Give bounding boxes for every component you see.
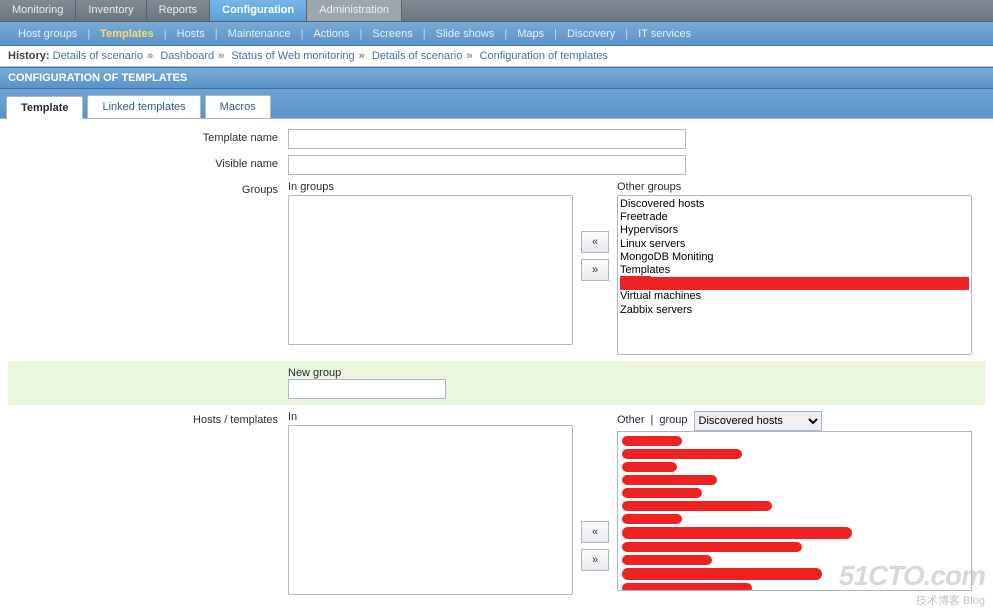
list-item[interactable]: ████ xyxy=(620,277,969,290)
in-groups-list[interactable] xyxy=(288,195,573,345)
group-filter-caption: group xyxy=(659,414,687,426)
subnav-host-groups[interactable]: Host groups xyxy=(8,28,87,40)
tab-template[interactable]: Template xyxy=(6,96,83,119)
topnav-configuration[interactable]: Configuration xyxy=(210,0,307,21)
other-hosts-list[interactable] xyxy=(617,431,972,591)
top-navigation: Monitoring Inventory Reports Configurati… xyxy=(0,0,993,22)
list-item[interactable]: Zabbix servers xyxy=(620,304,969,317)
hosts-label: Hosts / templates xyxy=(8,411,288,426)
visible-name-label: Visible name xyxy=(8,155,288,170)
history-item[interactable]: Details of scenario xyxy=(53,50,144,62)
template-name-input[interactable] xyxy=(288,129,686,149)
subnav-it-services[interactable]: IT services xyxy=(628,28,701,40)
list-item[interactable]: Hypervisors xyxy=(620,224,969,237)
hosts-move-left-button[interactable]: « xyxy=(581,521,609,543)
template-name-label: Template name xyxy=(8,129,288,144)
move-left-button[interactable]: « xyxy=(581,231,609,253)
subnav-actions[interactable]: Actions xyxy=(303,28,359,40)
in-hosts-caption: In xyxy=(288,411,573,423)
other-groups-list[interactable]: Discovered hostsFreetradeHypervisorsLinu… xyxy=(617,195,972,355)
form-body: Template name Visible name Groups In gro… xyxy=(0,119,993,611)
history-item[interactable]: Configuration of templates xyxy=(480,50,608,62)
hosts-move-right-button[interactable]: » xyxy=(581,549,609,571)
redacted-content xyxy=(622,436,967,591)
breadcrumb: History: Details of scenario» Dashboard»… xyxy=(0,46,993,67)
subnav-screens[interactable]: Screens xyxy=(362,28,422,40)
new-group-label: New group xyxy=(288,367,985,379)
list-item[interactable]: Virtual machines xyxy=(620,290,969,303)
list-item[interactable]: Templates xyxy=(620,264,969,277)
list-item[interactable]: Freetrade xyxy=(620,211,969,224)
subnav-slide-shows[interactable]: Slide shows xyxy=(426,28,505,40)
tab-linked-templates[interactable]: Linked templates xyxy=(87,95,200,118)
topnav-reports[interactable]: Reports xyxy=(147,0,211,21)
new-group-input[interactable] xyxy=(288,379,446,399)
topnav-inventory[interactable]: Inventory xyxy=(76,0,146,21)
list-item[interactable]: Discovered hosts xyxy=(620,198,969,211)
subnav-maps[interactable]: Maps xyxy=(507,28,554,40)
visible-name-input[interactable] xyxy=(288,155,686,175)
in-hosts-list[interactable] xyxy=(288,425,573,595)
page-title: CONFIGURATION OF TEMPLATES xyxy=(0,67,993,89)
sub-navigation: Host groups| Templates| Hosts| Maintenan… xyxy=(0,22,993,46)
move-right-button[interactable]: » xyxy=(581,259,609,281)
in-groups-caption: In groups xyxy=(288,181,573,193)
subnav-maintenance[interactable]: Maintenance xyxy=(218,28,301,40)
topnav-administration[interactable]: Administration xyxy=(307,0,402,21)
other-groups-caption: Other groups xyxy=(617,181,972,193)
form-tabs: Template Linked templates Macros xyxy=(0,89,993,119)
history-item[interactable]: Details of scenario xyxy=(372,50,463,62)
subnav-discovery[interactable]: Discovery xyxy=(557,28,625,40)
list-item[interactable]: MongoDB Moniting xyxy=(620,251,969,264)
subnav-hosts[interactable]: Hosts xyxy=(167,28,215,40)
history-item[interactable]: Dashboard xyxy=(160,50,214,62)
groups-label: Groups xyxy=(8,181,288,196)
tab-macros[interactable]: Macros xyxy=(205,95,271,118)
list-item[interactable]: Linux servers xyxy=(620,238,969,251)
group-filter-select[interactable]: Discovered hosts xyxy=(694,411,822,431)
subnav-templates[interactable]: Templates xyxy=(90,28,164,40)
other-hosts-caption: Other xyxy=(617,414,645,426)
history-item[interactable]: Status of Web monitoring xyxy=(231,50,354,62)
topnav-monitoring[interactable]: Monitoring xyxy=(0,0,76,21)
history-label: History: xyxy=(8,50,50,62)
